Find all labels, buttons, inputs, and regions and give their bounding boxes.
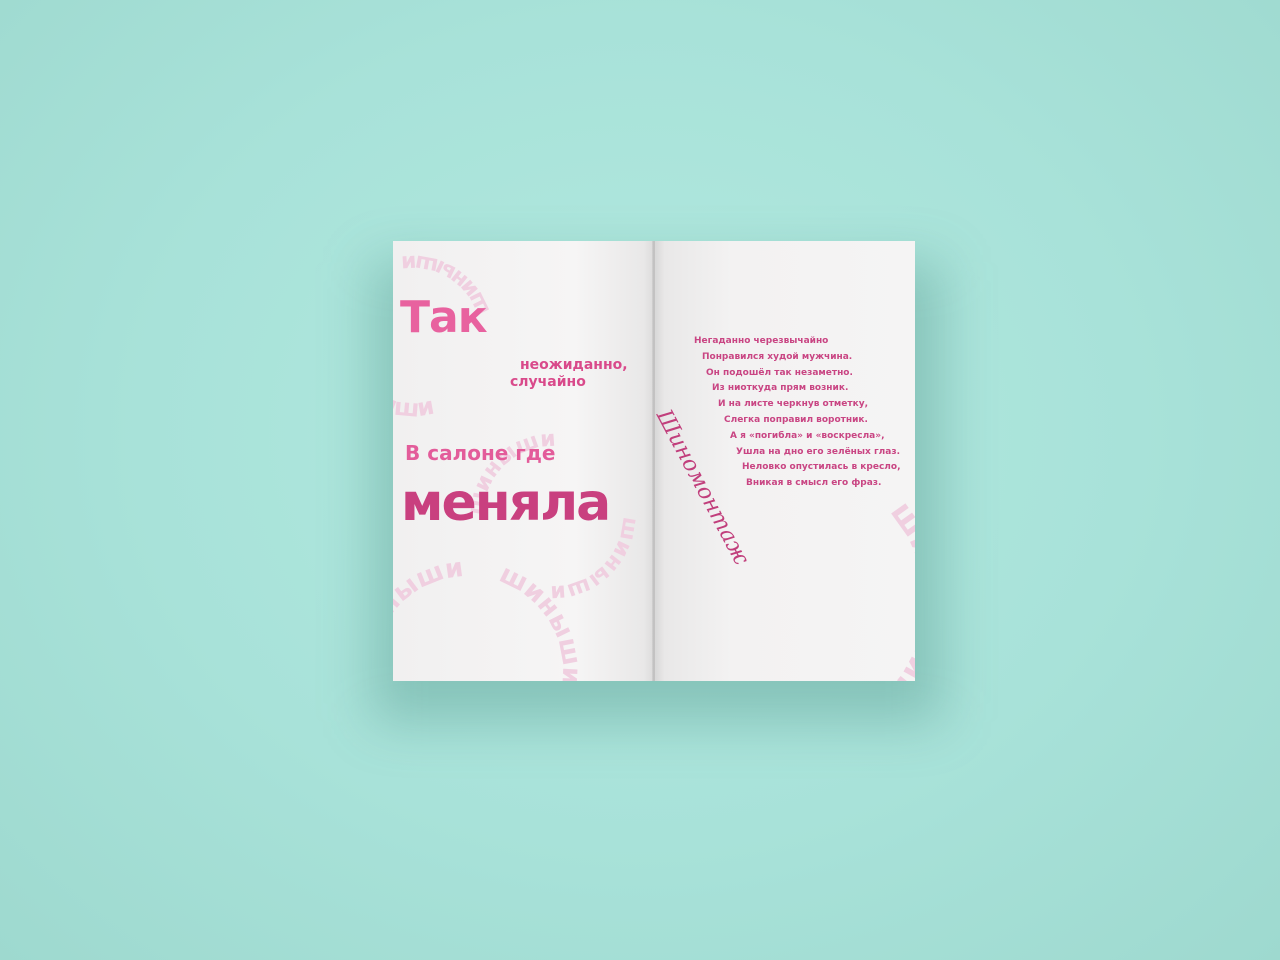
salon-line: В салоне где (405, 441, 556, 465)
subtitle-line-2: случайно (510, 374, 586, 390)
poem-line: А я «погибла» и «воскресла», (730, 430, 885, 441)
open-brochure: шиныши шиныши шиныши шиныши шиныши шиныш… (393, 241, 915, 681)
poem-line: Из ниоткуда прям возник. (712, 383, 849, 394)
ring-word-bottom: шиныши (393, 553, 465, 661)
poem-line: Он подошёл так незаметно. (706, 367, 853, 378)
left-page: шиныши шиныши шиныши шиныши шиныши шиныш… (393, 241, 654, 681)
poem: Негаданно черезвычайно Понравился худой … (694, 334, 912, 492)
center-fold (652, 241, 656, 681)
poem-line: Неловко опустилась в кресло, (742, 462, 901, 473)
poem-line: Слегка поправил воротник. (724, 414, 868, 425)
poem-line: И на листе черкнув отметку, (718, 399, 868, 410)
ring-word-right: шины шины (861, 494, 915, 681)
poem-line: Негаданно черезвычайно (694, 336, 829, 346)
poem-line: Понравился худой мужчина. (702, 351, 853, 362)
ring-text-bottom: шиныши (393, 553, 465, 661)
poem-line: Вникая в смысл его фраз. (746, 478, 882, 489)
ring-text-top: шиныши (393, 351, 436, 423)
poem-line: Ушла на дно его зелёных глаз. (736, 446, 900, 457)
right-page: шины шины Шиномонтаж Негаданно черезвыча… (654, 241, 915, 681)
ring-word-top: шиныши (393, 351, 436, 423)
product-mockup-scene: шиныши шиныши шиныши шиныши шиныши шиныш… (0, 0, 1280, 960)
headline-tak: Так (400, 292, 488, 343)
menyala-headline: меняла (401, 473, 611, 533)
subtitle-line-1: неожиданно, (520, 357, 628, 373)
ring-text-right: шины шины (861, 494, 915, 681)
